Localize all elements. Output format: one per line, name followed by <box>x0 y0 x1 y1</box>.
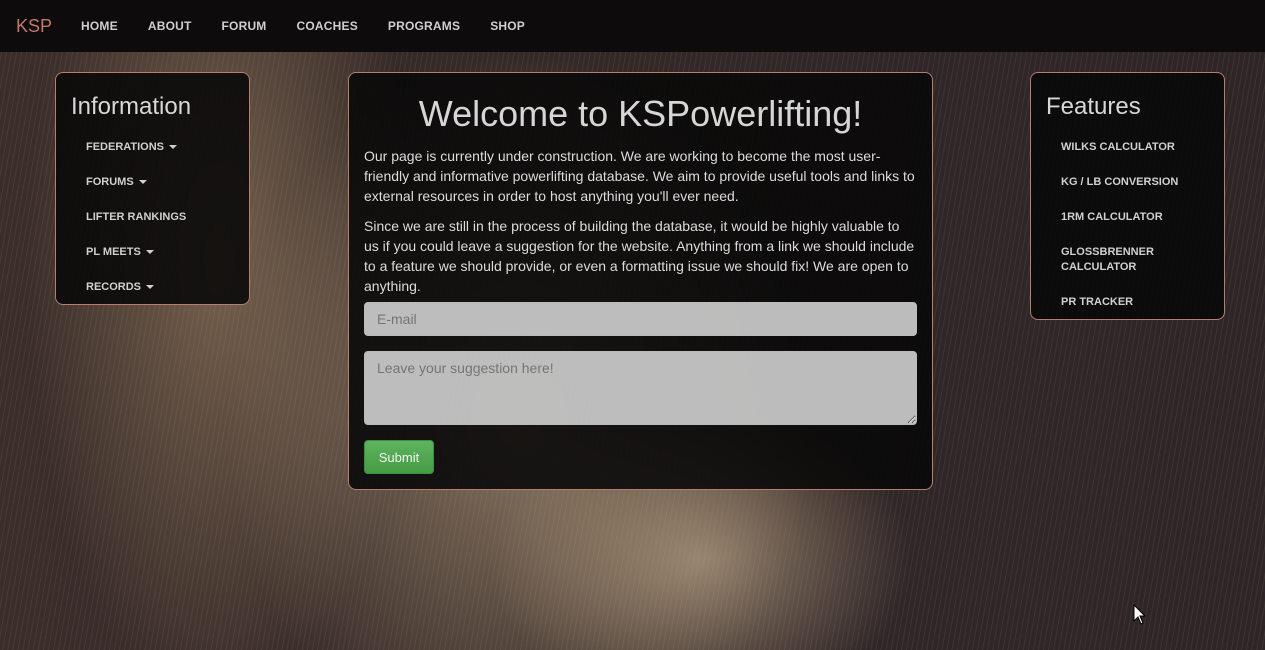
nav-home[interactable]: HOME <box>66 19 133 33</box>
caret-down-icon <box>138 180 147 185</box>
welcome-panel: Welcome to KSPowerlifting! Our page is c… <box>348 72 933 490</box>
info-item-label: FEDERATIONS <box>86 141 165 153</box>
features-title: Features <box>1046 93 1141 120</box>
info-item-label: RECORDS <box>86 281 142 293</box>
nav-forum[interactable]: FORUM <box>207 19 282 33</box>
information-panel: Information FEDERATIONS FORUMS LIFTER RA… <box>55 72 250 305</box>
feature-kg-lb-conversion[interactable]: KG / LB CONVERSION <box>1061 175 1178 190</box>
info-item-label: FORUMS <box>86 176 134 188</box>
brand-logo[interactable]: KSP <box>16 16 52 37</box>
info-item-federations[interactable]: FEDERATIONS <box>86 140 178 155</box>
nav-coaches[interactable]: COACHES <box>282 19 373 33</box>
caret-down-icon <box>145 250 154 255</box>
info-item-lifter-rankings[interactable]: LIFTER RANKINGS <box>86 210 186 225</box>
nav-programs[interactable]: PROGRAMS <box>373 19 475 33</box>
submit-button[interactable]: Submit <box>364 440 434 474</box>
nav-about[interactable]: ABOUT <box>133 19 207 33</box>
caret-down-icon <box>146 285 155 290</box>
feature-pr-tracker[interactable]: PR TRACKER <box>1061 295 1133 310</box>
suggestion-paragraph: Since we are still in the process of bui… <box>364 218 915 294</box>
info-item-pl-meets[interactable]: PL MEETS <box>86 245 154 260</box>
info-item-label: LIFTER RANKINGS <box>86 211 187 223</box>
feature-wilks-calculator[interactable]: WILKS CALCULATOR <box>1061 140 1175 155</box>
intro-paragraph: Our page is currently under construction… <box>364 148 915 204</box>
features-panel: Features WILKS CALCULATOR KG / LB CONVER… <box>1030 72 1225 320</box>
suggestion-textarea[interactable] <box>364 351 917 425</box>
email-field[interactable] <box>364 302 917 336</box>
caret-down-icon <box>169 145 178 150</box>
nav-shop[interactable]: SHOP <box>475 19 540 33</box>
mouse-cursor-icon <box>1133 604 1147 625</box>
welcome-title: Welcome to KSPowerlifting! <box>418 93 863 134</box>
feature-1rm-calculator[interactable]: 1RM CALCULATOR <box>1061 210 1163 225</box>
information-title: Information <box>71 93 192 120</box>
info-item-records[interactable]: RECORDS <box>86 280 155 295</box>
info-item-forums[interactable]: FORUMS <box>86 175 147 190</box>
top-navbar: KSP HOME ABOUT FORUM COACHES PROGRAMS SH… <box>0 0 1265 52</box>
feature-glossbrenner-calculator[interactable]: GLOSSBRENNER CALCULATOR <box>1061 245 1181 275</box>
info-item-label: PL MEETS <box>86 246 141 258</box>
